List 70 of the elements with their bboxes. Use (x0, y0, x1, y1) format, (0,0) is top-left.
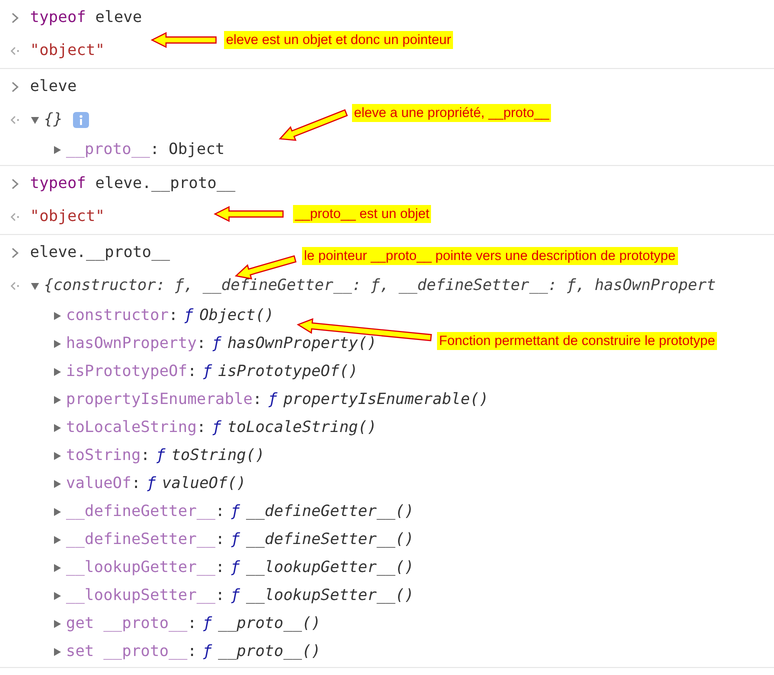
colon: : (215, 557, 225, 578)
annotation-note: eleve est un objet et donc un pointeur (224, 31, 454, 49)
property-key: __defineGetter__ (66, 500, 216, 524)
string-result: "object" (30, 206, 105, 227)
colon: : (215, 585, 225, 606)
function-name: propertyIsEnumerable() (283, 389, 489, 410)
annotation-note: __proto__ est un objet (293, 205, 432, 223)
code-expression: eleve (30, 76, 77, 97)
property-key: propertyIsEnumerable (66, 388, 253, 412)
string-result: "object" (30, 40, 105, 61)
colon: : (140, 445, 150, 466)
colon: : (196, 333, 206, 354)
colon: : (215, 529, 225, 550)
colon: : (168, 305, 178, 326)
colon: : (150, 139, 160, 160)
property-value: Object (168, 139, 225, 160)
property-key: constructor (66, 304, 169, 328)
annotation-note: Fonction permettant de construire le prototype (437, 332, 718, 350)
property-key: isPrototypeOf (66, 360, 188, 384)
property-key: __defineSetter__ (66, 528, 216, 552)
function-sign: ƒ (184, 305, 194, 326)
property-key: __proto__ (66, 138, 150, 162)
function-sign: ƒ (268, 389, 278, 410)
property-key: toLocaleString (66, 416, 197, 440)
code-expression: eleve (95, 6, 142, 28)
function-name: __lookupSetter__() (246, 585, 414, 606)
property-key: set __proto__ (66, 640, 188, 664)
function-name: __defineSetter__() (246, 529, 414, 550)
function-sign: ƒ (202, 613, 212, 634)
property-key: get __proto__ (66, 612, 188, 636)
property-key: hasOwnProperty (66, 332, 197, 356)
colon: : (187, 613, 197, 634)
code-expression: eleve.__proto__ (95, 172, 236, 194)
property-key: valueOf (66, 472, 132, 496)
annotation-note: eleve a une propriété, __proto__ (352, 104, 552, 122)
code-keyword: typeof (30, 172, 86, 194)
function-name: __lookupGetter__() (246, 557, 414, 578)
function-sign: ƒ (202, 361, 212, 382)
property-key: __lookupGetter__ (66, 556, 216, 580)
function-sign: ƒ (230, 529, 240, 550)
code-keyword: typeof (30, 6, 86, 28)
colon: : (252, 389, 262, 410)
function-sign: ƒ (230, 501, 240, 522)
function-name: toString() (171, 445, 265, 466)
function-sign: ƒ (146, 473, 156, 494)
function-name: __proto__() (218, 641, 321, 662)
function-name: toLocaleString() (227, 417, 377, 438)
function-name: __proto__() (218, 613, 321, 634)
function-sign: ƒ (212, 333, 222, 354)
object-summary: {constructor: ƒ, __defineGetter__: ƒ, __defineSetter__: ƒ, hasOwnPropert (44, 274, 716, 296)
function-name: valueOf() (162, 473, 246, 494)
property-key: toString (66, 444, 141, 468)
function-sign: ƒ (202, 641, 212, 662)
function-sign: ƒ (230, 585, 240, 606)
colon: : (196, 417, 206, 438)
function-name: isPrototypeOf() (218, 361, 358, 382)
function-name: hasOwnProperty() (227, 333, 377, 354)
property-key: __lookupSetter__ (66, 584, 216, 608)
function-sign: ƒ (212, 417, 222, 438)
colon: : (187, 361, 197, 382)
colon: : (187, 641, 197, 662)
function-name: Object() (199, 305, 274, 326)
code-expression: eleve.__proto__ (30, 242, 170, 263)
function-name: __defineGetter__() (246, 501, 414, 522)
function-sign: ƒ (230, 557, 240, 578)
object-summary: {} (44, 108, 63, 130)
annotation-note: le pointeur __proto__ pointe vers une description de prototype (302, 247, 678, 265)
colon: : (131, 473, 141, 494)
colon: : (215, 501, 225, 522)
function-sign: ƒ (156, 445, 166, 466)
